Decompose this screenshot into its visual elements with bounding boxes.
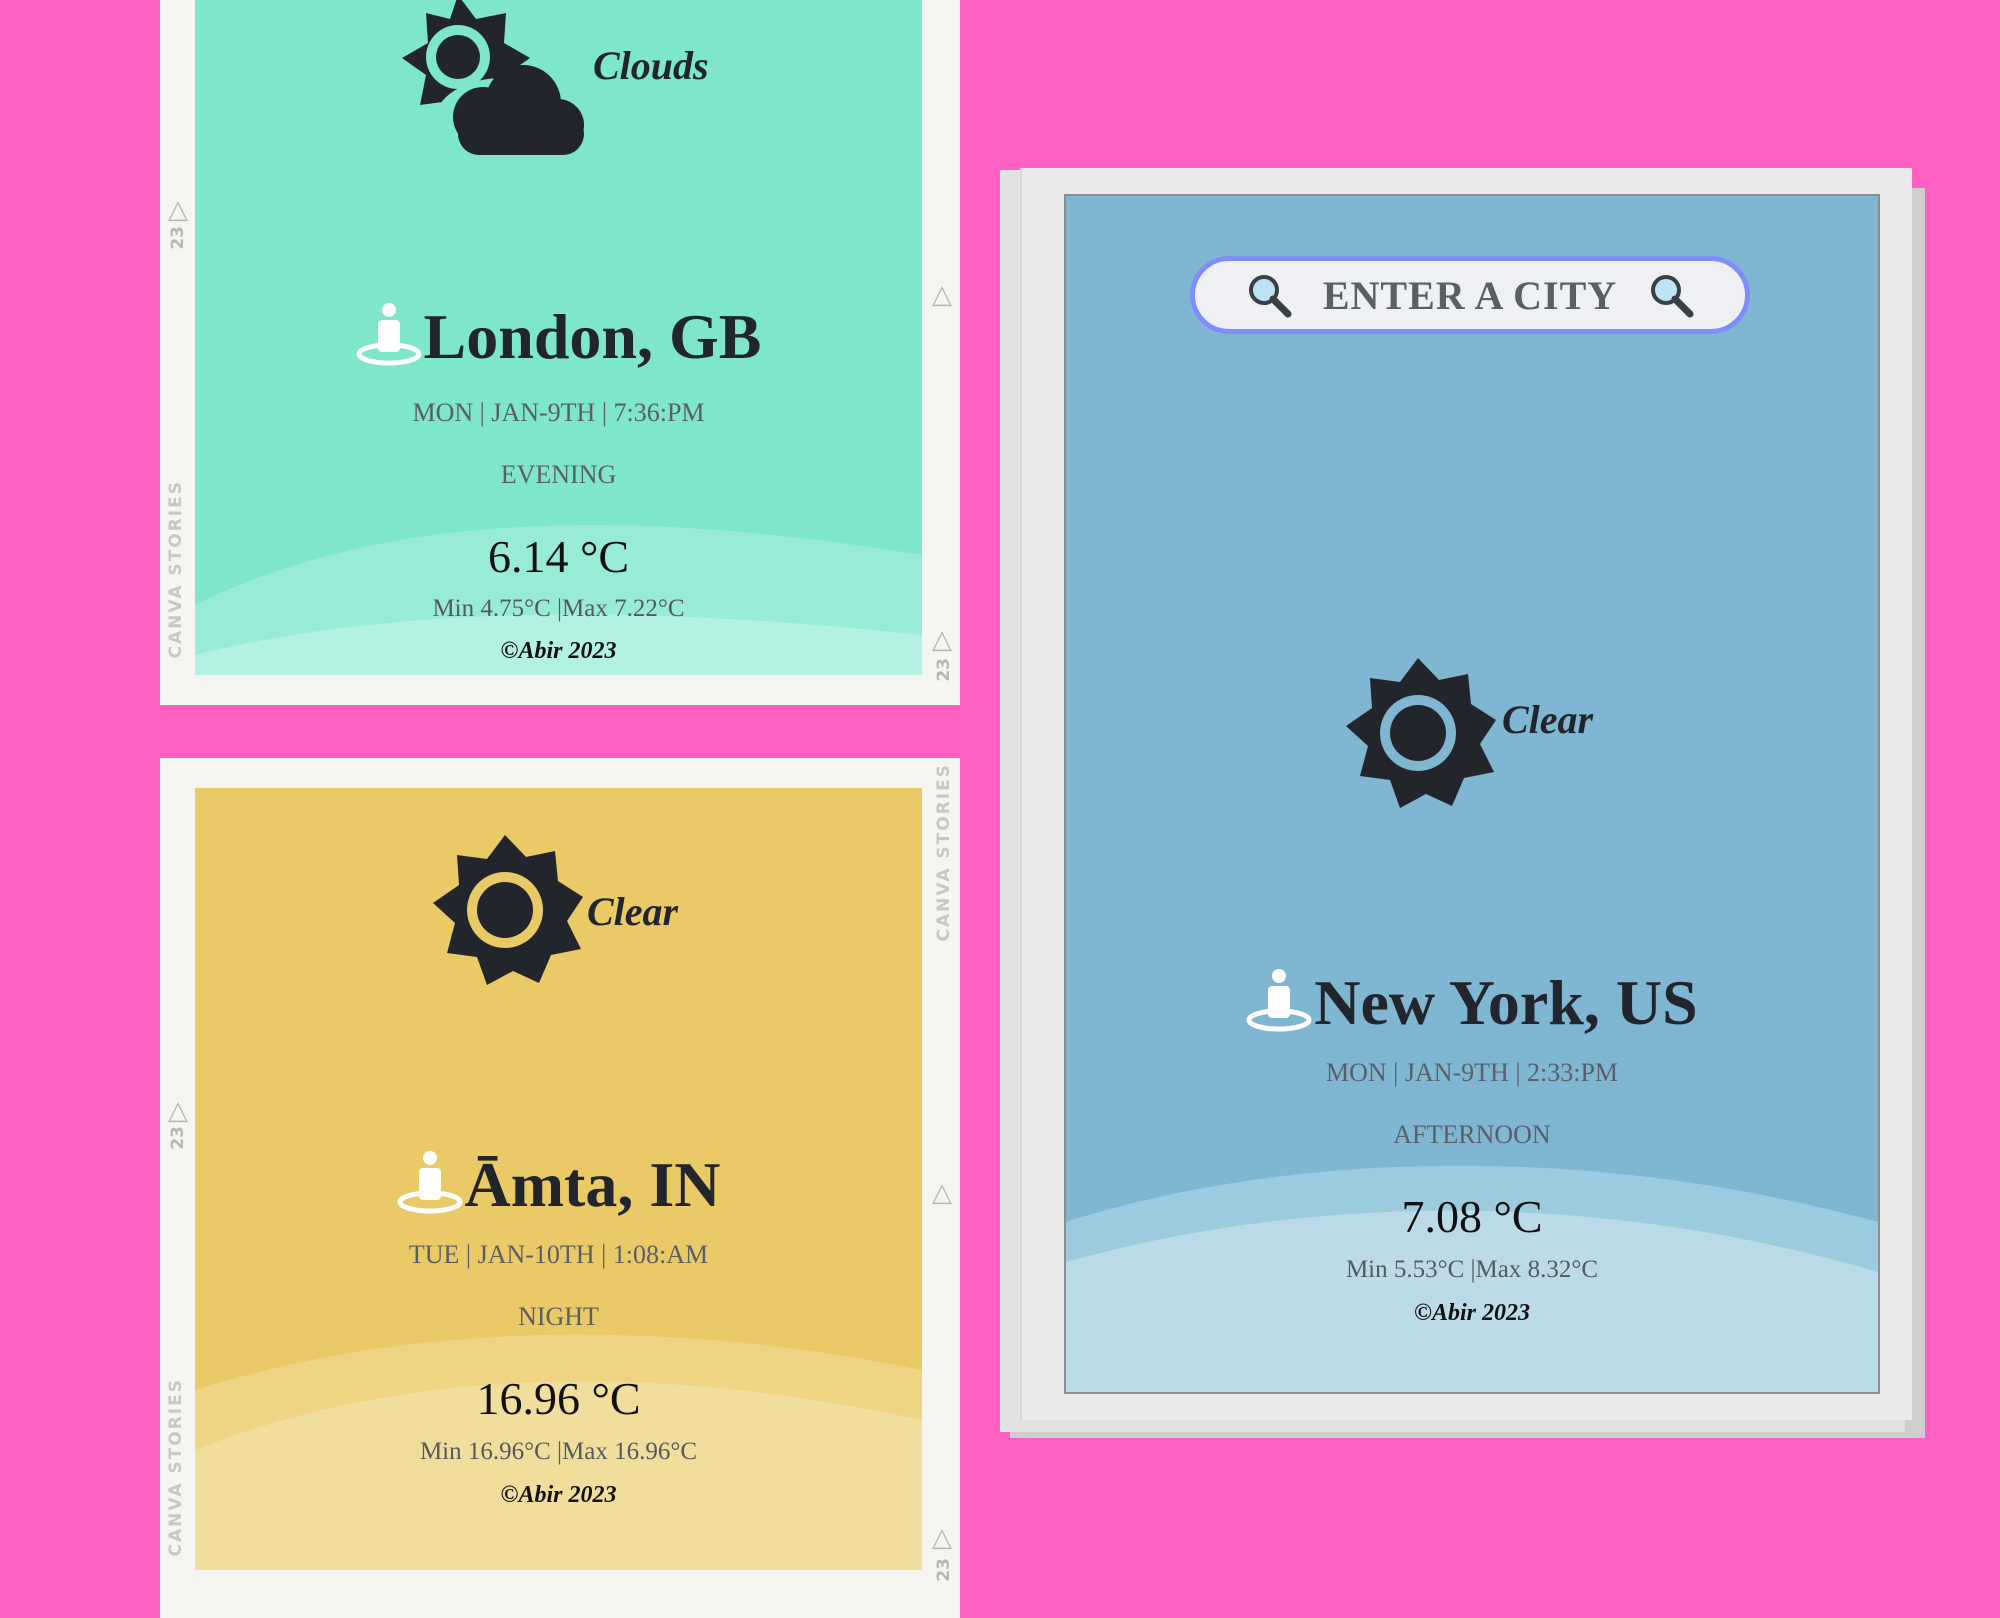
frame-triangle-mark: △	[932, 625, 952, 655]
condition-label: Clouds	[593, 43, 709, 88]
photo-frame-newyork: Clear New York, US MON | JAN-9TH | 2:33:…	[1020, 168, 1912, 1420]
date-time: TUE | JAN-10TH | 1:08:AM	[408, 1240, 709, 1269]
sun-icon	[1346, 658, 1496, 808]
credit-text: ©Abir 2023	[500, 1482, 617, 1508]
weather-card-amta: Clear Āmta, IN TUE | JAN-10TH | 1:08:AM …	[195, 788, 922, 1570]
day-period: EVENING	[500, 460, 617, 489]
location-person-icon	[356, 303, 422, 366]
frame-triangle-mark: △	[932, 1178, 952, 1208]
location-title: London, GB	[195, 300, 922, 374]
day-period: AFTERNOON	[1393, 1120, 1551, 1149]
frame-triangle-mark: △	[168, 1096, 188, 1126]
location-name: New York, US	[1314, 967, 1698, 1038]
frame-brand-text: CANVA STORIES	[166, 1378, 186, 1557]
location-title: New York, US	[1066, 966, 1878, 1040]
temperature: 7.08 °C	[1401, 1191, 1543, 1242]
frame-brand-text: CANVA STORIES	[166, 480, 186, 659]
location-name: London, GB	[423, 301, 762, 372]
frame-brand-text: CANVA STORIES	[934, 763, 954, 942]
frame-number: 23	[168, 1126, 188, 1150]
min-max-temperature: Min 4.75°C |Max 7.22°C	[432, 595, 685, 622]
date-time: MON | JAN-9TH | 2:33:PM	[1325, 1058, 1619, 1087]
credit-text: ©Abir 2023	[500, 638, 617, 664]
city-search-bar[interactable]	[1190, 256, 1750, 334]
frame-number: 23	[934, 1558, 954, 1582]
city-search-input[interactable]	[1318, 270, 1622, 320]
day-period: NIGHT	[518, 1302, 599, 1331]
photo-frame-amta: CANVA STORIES △ 23 CANVA STORIES △ △ 23 …	[160, 758, 960, 1618]
sun-icon	[433, 835, 583, 985]
min-max-temperature: Min 5.53°C |Max 8.32°C	[1345, 1256, 1599, 1283]
temperature: 6.14 °C	[487, 531, 630, 582]
location-person-icon	[397, 1151, 463, 1214]
location-person-icon	[1246, 969, 1312, 1032]
location-name: Āmta, IN	[464, 1149, 721, 1220]
photo-frame-london: CANVA STORIES △ 23 △ △ 23 Clouds London,…	[160, 0, 960, 705]
weather-card-newyork: Clear New York, US MON | JAN-9TH | 2:33:…	[1064, 194, 1880, 1394]
condition-label: Clear	[1502, 697, 1594, 742]
condition-label: Clear	[587, 889, 679, 934]
temperature: 16.96 °C	[476, 1373, 641, 1424]
min-max-temperature: Min 16.96°C |Max 16.96°C	[419, 1438, 698, 1465]
search-icon[interactable]	[1648, 272, 1694, 318]
frame-triangle-mark: △	[932, 280, 952, 310]
sun-cloud-icon	[402, 0, 584, 162]
date-time: MON | JAN-9TH | 7:36:PM	[412, 398, 705, 427]
frame-number: 23	[168, 226, 188, 250]
frame-triangle-mark: △	[168, 195, 188, 225]
location-title: Āmta, IN	[195, 1148, 922, 1222]
frame-triangle-mark: △	[932, 1523, 952, 1553]
credit-text: ©Abir 2023	[1414, 1300, 1530, 1326]
weather-card-london: Clouds London, GB MON | JAN-9TH | 7:36:P…	[195, 0, 922, 675]
frame-number: 23	[934, 658, 954, 682]
search-icon[interactable]	[1246, 272, 1292, 318]
